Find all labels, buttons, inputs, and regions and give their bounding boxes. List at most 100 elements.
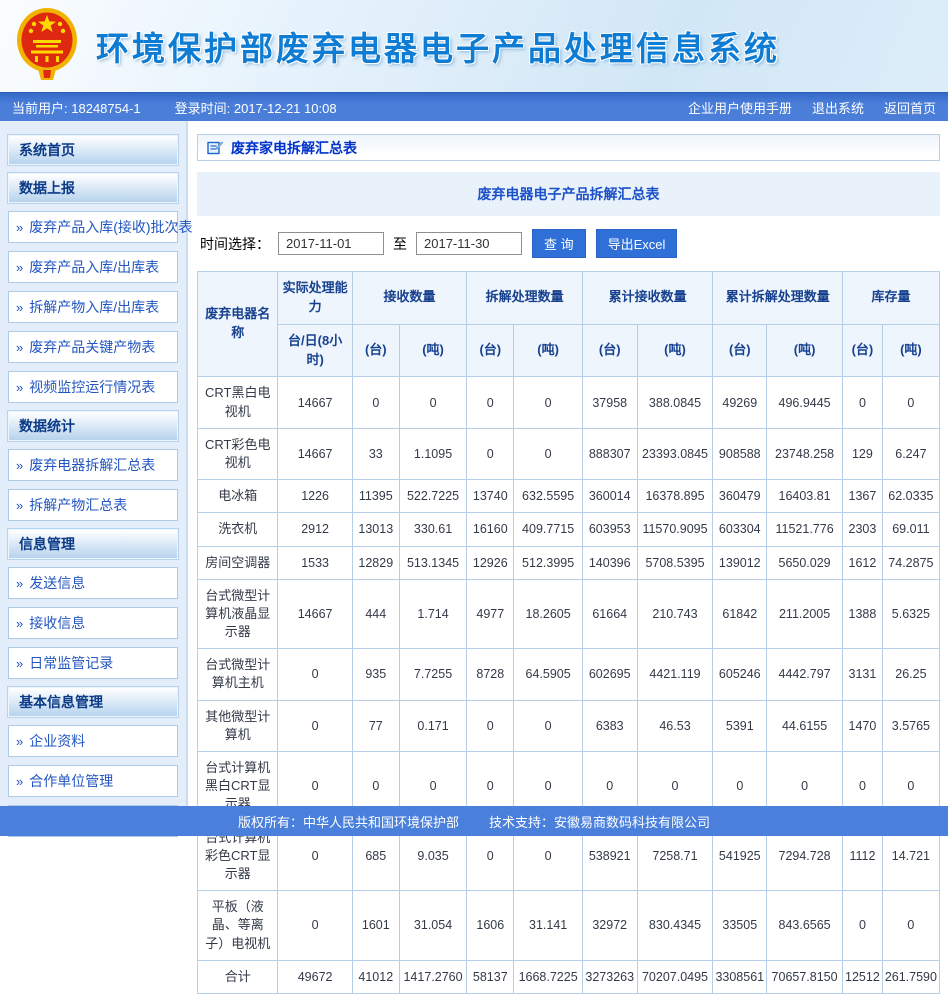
- data-cell: 602695: [582, 649, 637, 700]
- sidebar-item-label: 废弃产品关键产物表: [29, 337, 155, 357]
- data-cell: 935: [352, 649, 399, 700]
- data-cell: 388.0845: [637, 377, 713, 428]
- double-chevron-icon: »: [16, 220, 23, 235]
- sidebar-section-header[interactable]: 信息管理: [8, 529, 178, 559]
- data-cell: 0: [278, 700, 352, 751]
- table-row: 平板（液晶、等离子）电视机0160131.054160631.141329728…: [198, 891, 940, 961]
- sidebar-item[interactable]: »废弃产品入库(接收)批次表: [8, 211, 178, 243]
- sidebar-menu: 系统首页数据上报 »废弃产品入库(接收)批次表 »废弃产品入库/出库表 »拆解产物入库…: [0, 121, 188, 806]
- unit-tai: (台): [467, 324, 514, 377]
- data-cell: 0: [467, 700, 514, 751]
- data-cell: 64.5905: [514, 649, 583, 700]
- data-cell: 360014: [582, 480, 637, 513]
- data-cell: 888307: [582, 428, 637, 479]
- sidebar-item[interactable]: »企业资料: [8, 725, 178, 757]
- data-cell: 31.054: [399, 891, 466, 961]
- sidebar-item[interactable]: »拆解产物入库/出库表: [8, 291, 178, 323]
- data-cell: 0: [882, 377, 939, 428]
- table-row: CRT黑白电视机14667000037958388.084549269496.9…: [198, 377, 940, 428]
- export-excel-button[interactable]: 导出Excel: [596, 229, 678, 258]
- unit-tai: (台): [582, 324, 637, 377]
- sidebar-item[interactable]: » 接收信息: [8, 607, 178, 639]
- breadcrumb: 废弃家电拆解汇总表: [197, 134, 940, 161]
- unit-dun: (吨): [767, 324, 843, 377]
- search-button[interactable]: 查 询: [532, 229, 586, 258]
- data-cell: 360479: [713, 480, 767, 513]
- date-to-label: 至: [393, 234, 407, 254]
- sidebar-section-header[interactable]: 数据上报: [8, 173, 178, 203]
- copyright-text: 版权所有：中华人民共和国环境保护部: [238, 812, 459, 831]
- data-cell: 139012: [713, 546, 767, 579]
- data-cell: 69.011: [882, 513, 939, 546]
- data-cell: 632.5595: [514, 480, 583, 513]
- row-label: 合计: [198, 960, 278, 993]
- date-from-input[interactable]: [278, 232, 384, 255]
- data-cell: 12829: [352, 546, 399, 579]
- sidebar-item[interactable]: »废弃电器拆解汇总表: [8, 449, 178, 481]
- data-cell: 1417.2760: [399, 960, 466, 993]
- data-cell: 32972: [582, 891, 637, 961]
- data-cell: 0: [399, 377, 466, 428]
- sidebar-item-label: 企业资料: [29, 731, 85, 751]
- data-cell: 23748.258: [767, 428, 843, 479]
- sidebar-item[interactable]: »日常监管记录: [8, 647, 178, 679]
- sidebar-section-header[interactable]: 基本信息管理: [8, 687, 178, 717]
- data-cell: 211.2005: [767, 579, 843, 649]
- data-cell: 5391: [713, 700, 767, 751]
- data-cell: 33: [352, 428, 399, 479]
- data-cell: 74.2875: [882, 546, 939, 579]
- data-cell: 61664: [582, 579, 637, 649]
- data-cell: 13740: [467, 480, 514, 513]
- userbar-link[interactable]: 退出系统: [812, 98, 864, 117]
- data-cell: 70657.8150: [767, 960, 843, 993]
- data-cell: 14667: [278, 428, 352, 479]
- double-chevron-icon: »: [16, 774, 23, 789]
- data-cell: 1533: [278, 546, 352, 579]
- row-label: 平板（液晶、等离子）电视机: [198, 891, 278, 961]
- data-cell: 0: [514, 428, 583, 479]
- data-cell: 1367: [843, 480, 883, 513]
- data-cell: 1.714: [399, 579, 466, 649]
- data-cell: 513.1345: [399, 546, 466, 579]
- sidebar-item-label: 视频监控运行情况表: [29, 377, 155, 397]
- date-to-input[interactable]: [416, 232, 522, 255]
- table-title: 废弃电器电子产品拆解汇总表: [197, 172, 940, 216]
- col-group-cumulative-dismantled: 累计拆解处理数量: [713, 272, 843, 325]
- data-cell: 14667: [278, 579, 352, 649]
- data-cell: 11521.776: [767, 513, 843, 546]
- data-cell: 14667: [278, 377, 352, 428]
- sidebar-section-header[interactable]: 系统首页: [8, 135, 178, 165]
- sidebar-item[interactable]: »发送信息: [8, 567, 178, 599]
- data-cell: 908588: [713, 428, 767, 479]
- sidebar-item-label: 废弃产品入库(接收)批次表: [29, 217, 192, 237]
- data-cell: 37958: [582, 377, 637, 428]
- data-cell: 11570.9095: [637, 513, 713, 546]
- data-cell: 11395: [352, 480, 399, 513]
- userbar-link[interactable]: 返回首页: [884, 98, 936, 117]
- data-cell: 1470: [843, 700, 883, 751]
- sidebar-section-header[interactable]: 数据统计: [8, 411, 178, 441]
- sidebar-item[interactable]: »废弃产品关键产物表: [8, 331, 178, 363]
- data-cell: 5708.5395: [637, 546, 713, 579]
- data-cell: 41012: [352, 960, 399, 993]
- userbar-links: 企业用户使用手册 退出系统 返回首页: [688, 98, 936, 117]
- row-label: 台式微型计算机液晶显示器: [198, 579, 278, 649]
- data-cell: 12512: [843, 960, 883, 993]
- table-row: 台式微型计算机主机09357.7255872864.59056026954421…: [198, 649, 940, 700]
- data-cell: 5650.029: [767, 546, 843, 579]
- sidebar-item[interactable]: »视频监控运行情况表: [8, 371, 178, 403]
- sidebar-item[interactable]: »废弃产品入库/出库表: [8, 251, 178, 283]
- data-cell: 0: [514, 377, 583, 428]
- data-cell: 522.7225: [399, 480, 466, 513]
- data-cell: 1601: [352, 891, 399, 961]
- sidebar-item-label: 接收信息: [29, 613, 85, 633]
- table-row: 房间空调器153312829513.134512926512.399514039…: [198, 546, 940, 579]
- sidebar-item[interactable]: »拆解产物汇总表: [8, 489, 178, 521]
- data-cell: 409.7715: [514, 513, 583, 546]
- double-chevron-icon: »: [16, 616, 23, 631]
- userbar-link[interactable]: 企业用户使用手册: [688, 98, 792, 117]
- data-cell: 2912: [278, 513, 352, 546]
- sidebar-item[interactable]: »合作单位管理: [8, 765, 178, 797]
- form-edit-icon: [207, 140, 223, 156]
- data-cell: 1668.7225: [514, 960, 583, 993]
